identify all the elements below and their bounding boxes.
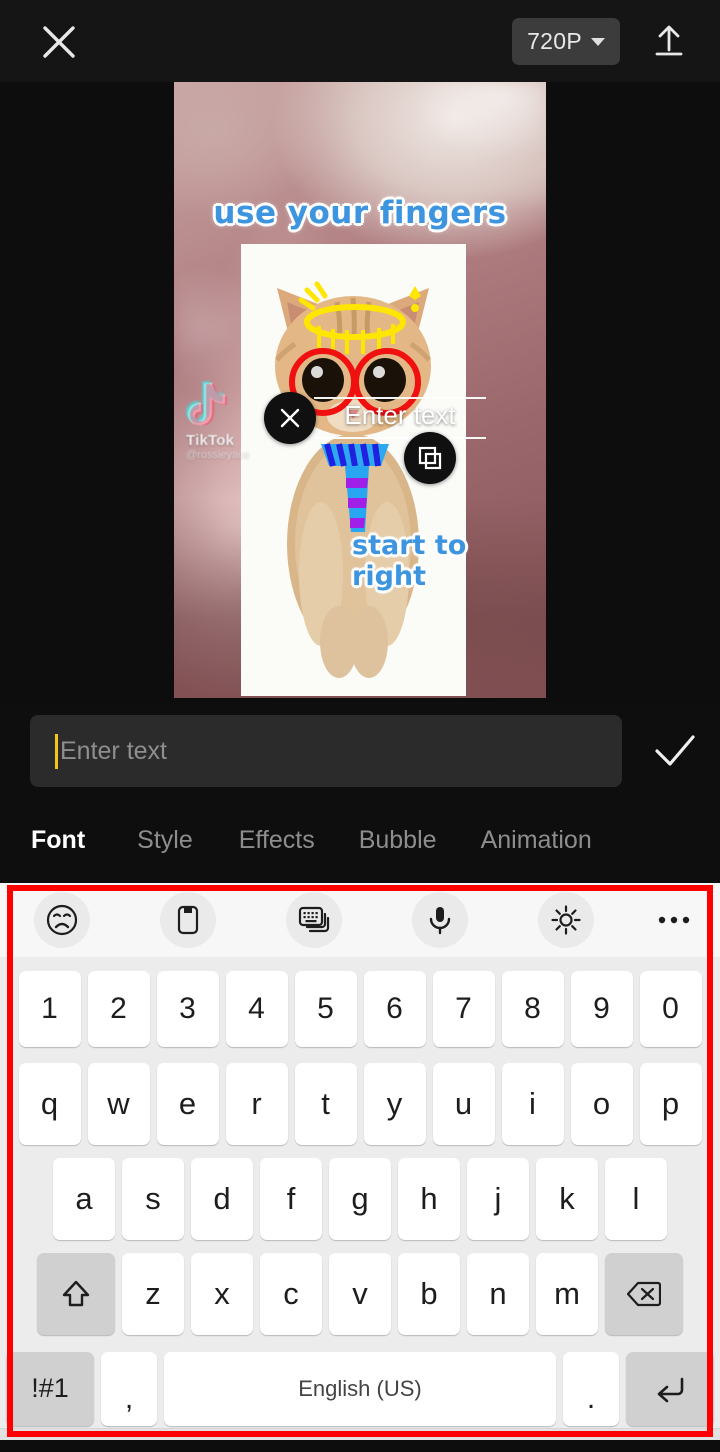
shift-arrow-icon (62, 1280, 90, 1306)
video-preview[interactable]: use your fingers TikTok @rossieyace Ente… (174, 82, 546, 698)
tab-font[interactable]: Font (31, 826, 85, 855)
confirm-button[interactable] (647, 723, 703, 779)
key-y[interactable]: y (363, 1063, 426, 1146)
upload-arrow-icon (655, 25, 683, 56)
preview-stage: use your fingers TikTok @rossieyace Ente… (0, 82, 720, 702)
key-r[interactable]: r (225, 1063, 288, 1146)
check-icon (655, 735, 695, 766)
key-c[interactable]: c (260, 1252, 322, 1335)
chevron-down-icon (591, 37, 605, 46)
key-7[interactable]: 7 (432, 971, 495, 1048)
more-options-button[interactable] (646, 892, 702, 948)
key-3[interactable]: 3 (156, 971, 219, 1048)
keyboard-key-rows: 1 2 3 4 5 6 7 8 9 0 q w e r t y u i o p … (0, 957, 720, 1440)
tab-bubble[interactable]: Bubble (359, 826, 437, 855)
emoji-button[interactable] (34, 892, 90, 948)
emoji-sad-face-icon (46, 904, 78, 936)
backspace-key[interactable] (605, 1252, 683, 1335)
key-a[interactable]: a (53, 1157, 115, 1240)
key-0[interactable]: 0 (639, 971, 702, 1048)
gear-icon (551, 905, 581, 935)
key-9[interactable]: 9 (570, 971, 633, 1048)
clipboard-button[interactable] (160, 892, 216, 948)
key-i[interactable]: i (501, 1063, 564, 1146)
period-key[interactable]: . (563, 1351, 619, 1426)
key-1[interactable]: 1 (18, 971, 81, 1048)
backspace-delete-icon (627, 1281, 661, 1306)
key-j[interactable]: j (467, 1157, 529, 1240)
symbols-key[interactable]: !#1 (6, 1351, 94, 1426)
close-button[interactable] (34, 17, 84, 67)
key-g[interactable]: g (329, 1157, 391, 1240)
key-l[interactable]: l (605, 1157, 667, 1240)
key-2[interactable]: 2 (87, 971, 150, 1048)
app-root: 720P use your fingers TikTok @rossieyace… (0, 0, 720, 1452)
tab-animation[interactable]: Animation (481, 826, 592, 855)
on-screen-keyboard: 1 2 3 4 5 6 7 8 9 0 q w e r t y u i o p … (0, 883, 720, 1440)
key-8[interactable]: 8 (501, 971, 564, 1048)
top-bar: 720P (0, 0, 720, 82)
key-m[interactable]: m (536, 1252, 598, 1335)
key-x[interactable]: x (191, 1252, 253, 1335)
sticker-resize-handle[interactable] (404, 432, 456, 484)
keyboard-row-top: q w e r t y u i o p (3, 1057, 717, 1152)
resize-corner-icon (418, 446, 442, 470)
key-k[interactable]: k (536, 1157, 598, 1240)
keyboard-switch-button[interactable] (286, 892, 342, 948)
keyboard-row-space: !#1 , English (US) . (3, 1341, 717, 1436)
text-input-field[interactable]: Enter text (30, 715, 622, 787)
tab-style[interactable]: Style (137, 826, 193, 855)
close-x-icon (280, 408, 300, 428)
close-x-icon (43, 26, 75, 58)
keyboard-toolbar (0, 883, 720, 957)
key-w[interactable]: w (87, 1063, 150, 1146)
key-z[interactable]: z (122, 1252, 184, 1335)
text-editor-panel: Enter text Font Style Effects Bubble Ani… (0, 702, 720, 883)
clipboard-icon (177, 905, 199, 935)
key-v[interactable]: v (329, 1252, 391, 1335)
comma-key[interactable]: , (101, 1351, 157, 1426)
key-o[interactable]: o (570, 1063, 633, 1146)
text-caret (55, 734, 58, 769)
keyboard-switch-icon (298, 906, 330, 933)
export-button[interactable] (646, 18, 692, 64)
space-key[interactable]: English (US) (164, 1351, 556, 1426)
key-f[interactable]: f (260, 1157, 322, 1240)
voice-input-button[interactable] (412, 892, 468, 948)
resolution-selector[interactable]: 720P (512, 18, 620, 65)
key-q[interactable]: q (18, 1063, 81, 1146)
key-5[interactable]: 5 (294, 971, 357, 1048)
key-s[interactable]: s (122, 1157, 184, 1240)
keyboard-row-home: a s d f g h j k l (3, 1152, 717, 1247)
key-h[interactable]: h (398, 1157, 460, 1240)
resolution-label: 720P (527, 28, 582, 54)
sticker-delete-handle[interactable] (264, 392, 316, 444)
shift-key[interactable] (37, 1252, 115, 1335)
key-t[interactable]: t (294, 1063, 357, 1146)
key-u[interactable]: u (432, 1063, 495, 1146)
key-p[interactable]: p (639, 1063, 702, 1146)
text-input-row: Enter text (0, 715, 720, 787)
text-input-placeholder: Enter text (60, 736, 167, 765)
keyboard-row-bottom-letters: z x c v b n m (3, 1246, 717, 1341)
microphone-icon (429, 907, 451, 935)
editor-tabs: Font Style Effects Bubble Animation (0, 810, 720, 870)
more-dots-icon (658, 916, 690, 924)
key-4[interactable]: 4 (225, 971, 288, 1048)
enter-return-icon (657, 1377, 684, 1402)
enter-key[interactable] (626, 1351, 714, 1426)
system-nav-strip (0, 1428, 720, 1440)
key-n[interactable]: n (467, 1252, 529, 1335)
tab-effects[interactable]: Effects (239, 826, 315, 855)
key-6[interactable]: 6 (363, 971, 426, 1048)
key-b[interactable]: b (398, 1252, 460, 1335)
key-d[interactable]: d (191, 1157, 253, 1240)
key-e[interactable]: e (156, 1063, 219, 1146)
keyboard-row-numbers: 1 2 3 4 5 6 7 8 9 0 (3, 962, 717, 1057)
settings-button[interactable] (538, 892, 594, 948)
